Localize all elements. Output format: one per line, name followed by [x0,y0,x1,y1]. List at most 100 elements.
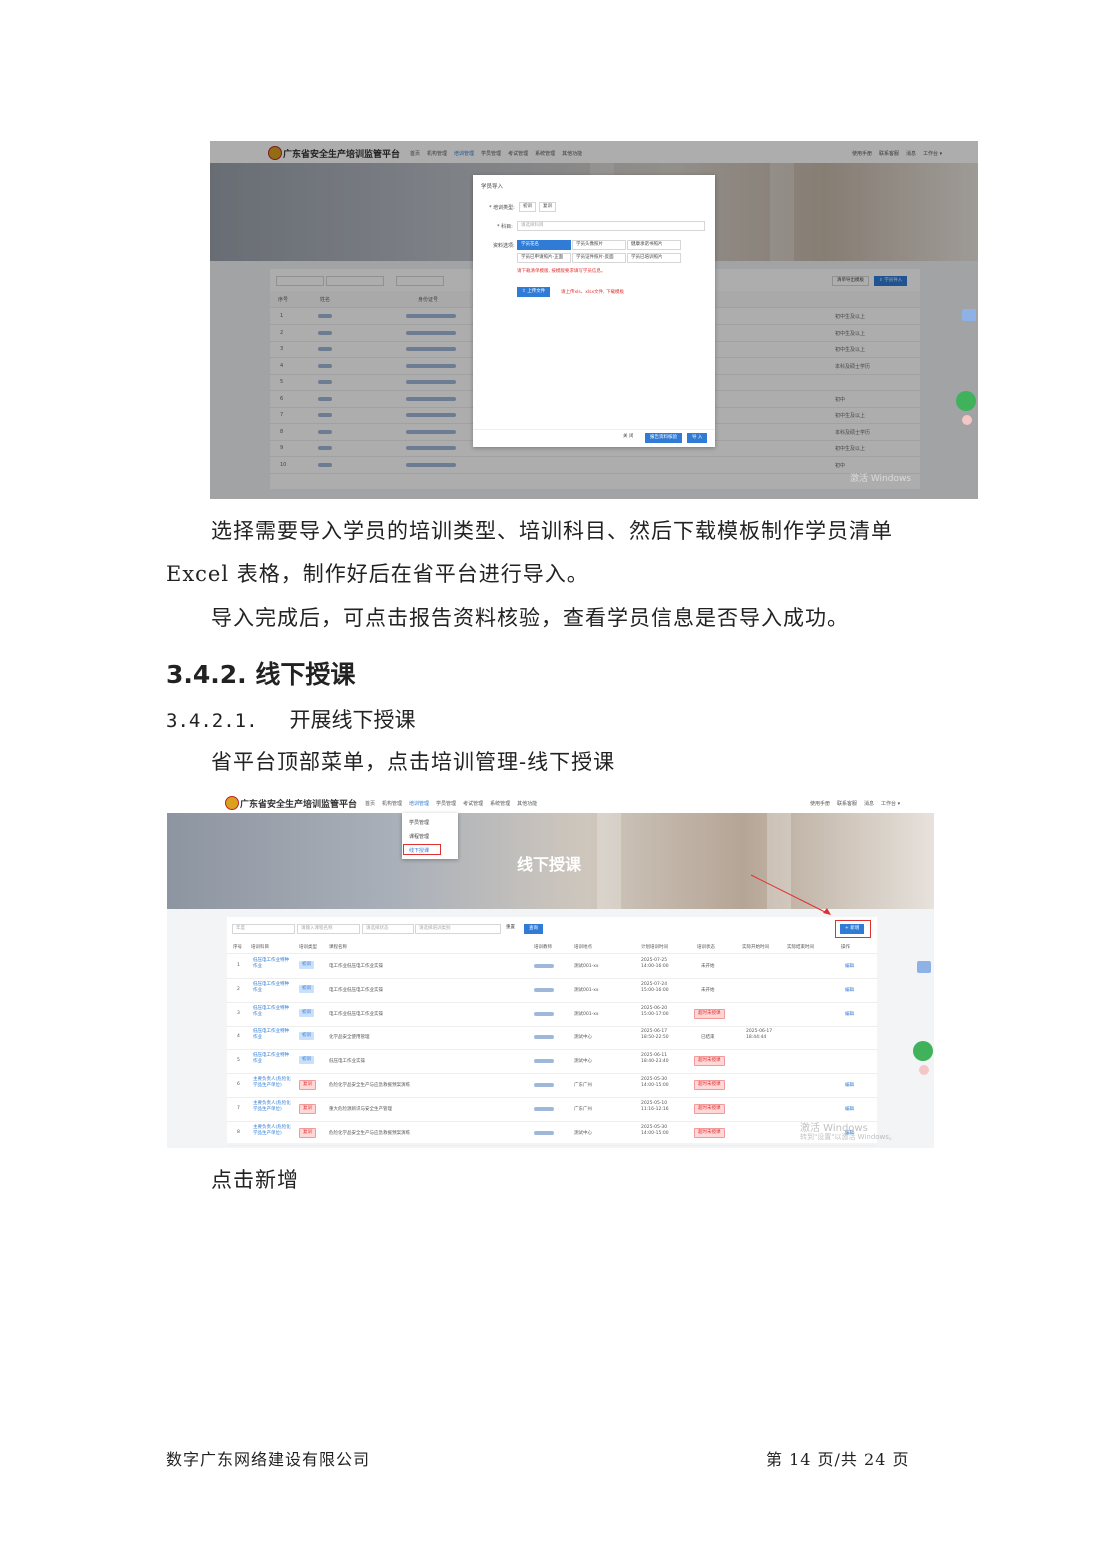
filter-category[interactable]: 请选择培训类别 [415,924,501,934]
banner-title: 线下授课 [517,855,582,874]
material-back[interactable]: 学员证件照片-反面 [572,253,626,263]
type-tag: 初训 [299,961,314,969]
subject-link[interactable]: 主要负责人(危险化学品生产单位) [253,1077,291,1089]
dropdown-item-courses[interactable]: 课程管理 [409,833,429,840]
para-click-add: 点击新增 [211,1168,299,1192]
table-header: 序号 培训科目 培训类型 课程名称 培训教师 培训地点 计划培训时间 培训状态 实际开始时间 实际… [227,941,877,954]
windows-watermark: 激活 Windows [850,474,912,484]
top-tool-item[interactable]: 使用手册 [810,800,830,807]
status-text: 未开始 [701,964,715,969]
type-tag: 初训 [299,1032,314,1041]
para-menu-path: 省平台顶部菜单，点击培训管理-线下授课 [211,750,616,774]
type-tag: 初训 [299,1008,314,1017]
filter-course[interactable]: 请输入课程名称 [297,924,360,934]
material-avatar[interactable]: 学员头像照片 [572,240,626,250]
assistant-icon[interactable] [913,1041,933,1061]
dialog-title: 学员导入 [481,184,504,190]
highlight-box-add [835,920,871,938]
screenshot-offline-teaching: 广东省安全生产培训监管平台 首页 机构管理 培训管理 学员管理 考试管理 系统管理 其他功能… [167,791,934,1148]
masked-teacher [534,987,554,992]
table-row: 5 低压电工作业特种作业 初训 低压电工作业实操 测试中心 2025-06-11 18:4… [227,1049,877,1075]
masked-teacher [534,1083,554,1087]
subject-link[interactable]: 低压电工作业特种作业 [253,1029,291,1041]
edit-link[interactable]: 编辑 [845,987,854,993]
emblem-icon [225,796,239,810]
annotation-arrow [750,874,831,915]
status-badge: 超时未授课 [694,1103,725,1114]
menu-item[interactable]: 系统管理 [490,800,510,807]
masked-teacher [534,1011,554,1016]
status-badge: 超时未授课 [694,1080,725,1090]
close-button[interactable]: 关 闭 [619,433,638,441]
status-badge: 超时未授课 [694,1127,725,1138]
subject-link[interactable]: 低压电工作业特种作业 [253,982,291,994]
top-right-tools: 使用手册 联系客服 消息 工作台 ▾ [810,800,900,807]
material-front[interactable]: 学员已申请照片-正面 [517,253,571,263]
top-tool-item[interactable]: 联系客服 [837,800,857,807]
masked-teacher [534,1059,554,1064]
edit-link[interactable]: 编辑 [845,1011,854,1017]
type-tag: 复训 [299,1103,316,1114]
menu-item[interactable]: 培训管理 [409,800,429,807]
top-nav-bar: 广东省安全生产培训监管平台 首页 机构管理 培训管理 学员管理 考试管理 系统管理 其他功能… [167,791,934,814]
subject-select[interactable]: 请选择科目 [517,221,705,231]
type-tag: 初训 [299,1056,314,1065]
subject-link[interactable]: 低压电工作业特种作业 [253,1053,291,1065]
subject-link[interactable]: 主要负责人(危险化学品生产单位) [253,1101,291,1113]
masked-teacher [534,1035,554,1040]
table-row: 2 低压电工作业特种作业 初训 电工作业低压电工作业实操 测试001-xx 2025-07… [227,978,877,1003]
top-tool-item[interactable]: 消息 [864,800,874,807]
para-import-line2: Excel 表格，制作好后在省平台进行导入。 [166,562,589,586]
sidebar-chat-icon[interactable] [917,961,931,973]
material-trained[interactable]: 学员已培训照片 [627,253,681,263]
status-text: 已结束 [701,1035,715,1041]
subject-link[interactable]: 低压电工作业特种作业 [253,958,291,970]
edit-link[interactable]: 编辑 [845,963,854,969]
menu-item[interactable]: 考试管理 [463,800,483,807]
student-import-dialog: 学员导入 * 培训类型: 初训 复训 * 科目: 请选择科目 资料选项: 学员花… [473,175,715,447]
menu-item[interactable]: 机构管理 [382,800,402,807]
masked-teacher [534,1130,554,1135]
top-tool-item[interactable]: 工作台 ▾ [881,800,900,807]
menu-item[interactable]: 学员管理 [436,800,456,807]
dropdown-item-students[interactable]: 学员管理 [409,819,429,826]
menu-item[interactable]: 其他功能 [517,800,537,807]
status-badge: 超时未授课 [694,1056,725,1067]
offline-list-panel: 年度 请输入课程名称 请选择状态 请选择培训类别 重置 查询 + 新增 序号 培训… [227,917,877,1146]
para-import-line1: 选择需要导入学员的培训类型、培训科目、然后下载模板制作学员清单 [211,519,893,543]
subject-link[interactable]: 低压电工作业特种作业 [253,1006,291,1018]
type-tag: 复训 [299,1080,316,1090]
reset-button[interactable]: 重置 [502,924,519,932]
table-row: 1 低压电工作业特种作业 初训 电工作业低压电工作业实操 测试001-xx 2025-07… [227,954,877,979]
type-initial-radio[interactable]: 初训 [519,202,536,212]
menu-item[interactable]: 首页 [365,800,375,807]
subject-link[interactable]: 主要负责人(危险化学品生产单位) [253,1125,291,1137]
status-badge: 超时未授课 [694,1008,725,1019]
training-dropdown-menu: 学员管理 课程管理 线下授课 [402,813,458,859]
report-verify-button[interactable]: 报告资料核验 [645,433,682,443]
material-health[interactable]: 健康承诺书照片 [627,240,681,250]
upload-file-button[interactable]: ⇪ 上传文件 [517,287,551,297]
type-retrain-radio[interactable]: 复训 [539,202,556,212]
footer-page-number: 第 14 页/共 24 页 [766,1450,910,1469]
upload-hint: 请上传xls、xlsx文件, 下载模板 [561,290,625,295]
type-tag: 初训 [299,984,314,993]
assistant-icon[interactable] [956,391,976,411]
sidebar-chat-icon[interactable] [962,309,976,321]
table-row: 3 低压电工作业特种作业 初训 电工作业低压电工作业实操 测试001-xx 2025-06… [227,1002,877,1027]
table-row: 4 低压电工作业特种作业 初训 化学品安全使用管理 测试中心 2025-06-17 18:… [227,1025,877,1051]
table-row: 6 主要负责人(危险化学品生产单位) 复训 危险化学品安全生产与应急救援预案演练 广东广… [227,1073,877,1098]
edit-link[interactable]: 编辑 [845,1106,854,1112]
masked-teacher [534,964,554,968]
platform-brand: 广东省安全生产培训监管平台 [240,800,358,810]
edit-link[interactable]: 编辑 [845,1082,854,1088]
material-roster[interactable]: 学员花名 [517,240,571,250]
settings-flower-icon[interactable] [919,1065,929,1075]
footer-company: 数字广东网络建设有限公司 [166,1450,371,1469]
import-button[interactable]: 导 入 [687,433,708,443]
search-button[interactable]: 查询 [524,924,543,934]
filter-year[interactable]: 年度 [232,924,295,934]
screenshot-student-import: 广东省安全生产培训监管平台 首页 机构管理 培训管理 学员管理 考试管理 系统管理 其他功能… [210,141,978,499]
filter-status[interactable]: 请选择状态 [362,924,414,934]
settings-flower-icon[interactable] [962,415,972,425]
